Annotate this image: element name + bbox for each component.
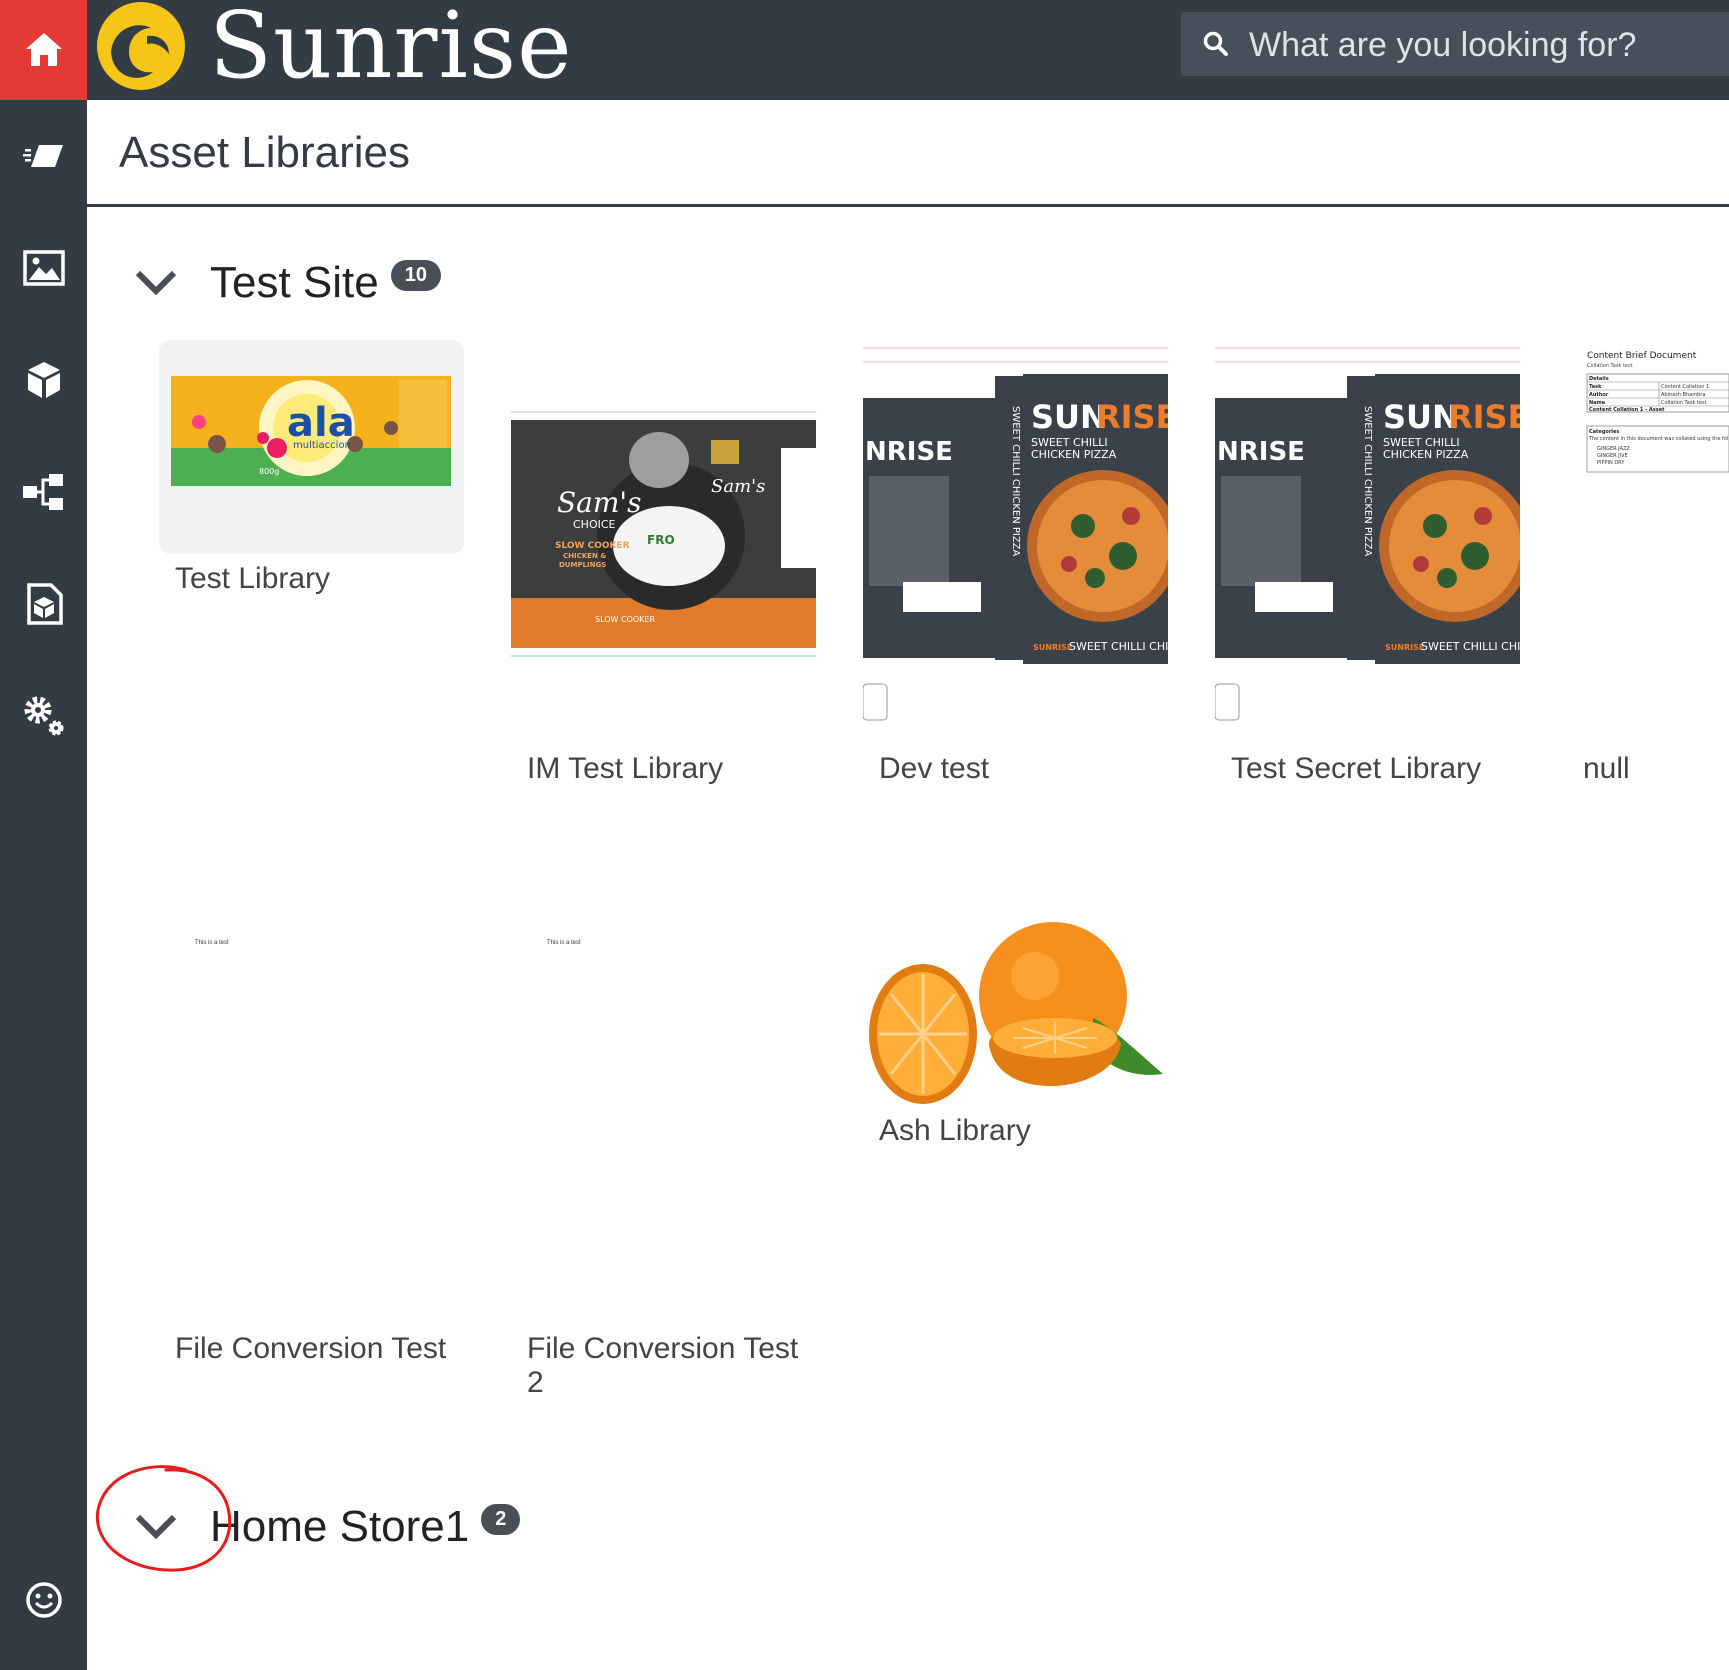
page-header: Asset Libraries (87, 100, 1729, 207)
search-box (1181, 12, 1729, 76)
home-button[interactable] (0, 0, 87, 100)
orange-thumbnail (869, 922, 1163, 1104)
chevron-down-icon (135, 270, 177, 296)
library-label: Test Secret Library (1231, 752, 1482, 785)
library-label: Test Library (175, 562, 331, 595)
svg-text:CHOICE: CHOICE (573, 518, 616, 531)
svg-text:SWEET CHILLI CHICK: SWEET CHILLI CHICK (1421, 640, 1520, 653)
svg-text:The content in this document w: The content in this document was collate… (1588, 436, 1728, 442)
svg-text:SWEET CHILLI CHICKEN PIZZA: SWEET CHILLI CHICKEN PIZZA (1010, 406, 1021, 557)
svg-text:Categories: Categories (1589, 429, 1619, 435)
pizza-box-thumbnail: NRISE SUN RISE SWEET CHILLI CHICKEN PIZZ… (1214, 347, 1536, 739)
svg-text:CHICKEN &: CHICKEN & (563, 552, 606, 560)
svg-text:Collation Task test: Collation Task test (1661, 400, 1707, 406)
document-box-icon (26, 583, 63, 625)
svg-text:NRISE: NRISE (865, 437, 953, 467)
svg-text:Task: Task (1589, 384, 1602, 390)
sunrise-logo[interactable] (95, 0, 185, 90)
svg-text:SUNRISE: SUNRISE (1033, 643, 1072, 652)
group-title: Test Site (210, 258, 379, 307)
svg-text:SWEET CHILLI CHICK: SWEET CHILLI CHICK (1069, 640, 1168, 653)
library-thumbnail: ala multiaccion 800g (159, 340, 464, 554)
svg-text:GINGER JIVE: GINGER JIVE (1597, 453, 1628, 459)
search-icon (1203, 31, 1228, 56)
ticket-icon (22, 145, 63, 167)
library-label: null (1583, 752, 1630, 785)
group-toggle[interactable] (128, 1507, 184, 1547)
svg-text:PIPPIN DRY: PIPPIN DRY (1597, 460, 1625, 466)
workflow-icon (22, 474, 63, 510)
library-thumbnail: Sam's CHOICE SLOW COOKER CHICKEN & DUMPL… (511, 408, 816, 668)
sidebar (0, 0, 87, 1670)
cube-icon (27, 362, 60, 398)
doc-thumbnail-text: This is a test (547, 940, 581, 946)
library-label: IM Test Library (527, 752, 724, 785)
library-thumbnail: NRISE SUN RISE SWEET CHILLI CHICKEN PIZZ… (1214, 346, 1536, 739)
library-tile[interactable]: Content Brief Document Collation Task te… (1567, 346, 1729, 796)
svg-text:Name: Name (1589, 400, 1606, 406)
pizza-box-thumbnail: NRISE SUN RISE SWEET CHILLI CHICKEN PIZZ… (862, 347, 1184, 739)
svg-text:Abinash Bhambra: Abinash Bhambra (1661, 392, 1705, 398)
svg-text:Author: Author (1589, 392, 1609, 398)
nav-assets[interactable] (0, 228, 87, 308)
search-input[interactable] (1247, 18, 1729, 72)
library-label: Dev test (879, 752, 990, 785)
svg-text:CHICKEN PIZZA: CHICKEN PIZZA (1383, 448, 1469, 461)
library-thumbnail: This is a test (159, 936, 464, 966)
svg-text:Collation Task test: Collation Task test (1587, 363, 1633, 369)
nav-products[interactable] (0, 340, 87, 420)
svg-text:Sam's: Sam's (711, 476, 765, 497)
smiley-icon (25, 1582, 62, 1618)
library-thumbnail: Content Brief Document Collation Task te… (1567, 346, 1729, 486)
library-label: File Conversion Test 2 (527, 1332, 799, 1399)
svg-text:FRO: FRO (647, 533, 675, 547)
ala-thumbnail: ala multiaccion 800g (171, 376, 451, 486)
svg-text:SLOW COOKER: SLOW COOKER (555, 541, 630, 551)
page-title: Asset Libraries (119, 128, 411, 177)
svg-text:800g: 800g (259, 467, 279, 476)
svg-text:Content Brief Document: Content Brief Document (1587, 351, 1697, 361)
svg-text:GINGER JAZZ: GINGER JAZZ (1597, 446, 1630, 452)
sams-thumbnail: Sam's CHOICE SLOW COOKER CHICKEN & DUMPL… (511, 411, 816, 657)
svg-text:RISE: RISE (1448, 398, 1520, 436)
group-header-home-store1: Home Store1 2 (128, 1492, 521, 1562)
brand-name: Sunrise (209, 0, 573, 99)
svg-text:SUNRISE: SUNRISE (1385, 643, 1424, 652)
svg-text:CHICKEN PIZZA: CHICKEN PIZZA (1031, 448, 1117, 461)
library-thumbnail: This is a test (511, 936, 816, 966)
svg-text:Content Collation 1: Content Collation 1 (1661, 384, 1709, 390)
nav-feedback[interactable] (0, 1560, 87, 1640)
svg-text:NRISE: NRISE (1217, 437, 1305, 467)
svg-text:multiaccion: multiaccion (293, 440, 351, 451)
doc-thumbnail-text: This is a test (195, 940, 229, 946)
nav-campaigns[interactable] (0, 116, 87, 196)
group-toggle[interactable] (128, 263, 184, 303)
nav-settings[interactable] (0, 676, 87, 756)
nav-documents[interactable] (0, 564, 87, 644)
brief-document-thumbnail: Content Brief Document Collation Task te… (1586, 351, 1729, 473)
image-icon (22, 250, 65, 286)
svg-text:RISE: RISE (1096, 398, 1168, 436)
svg-text:DUMPLINGS: DUMPLINGS (559, 561, 606, 569)
library-thumbnail: NRISE SUN RISE SWEET CHILLI CHICKEN PIZZ… (862, 346, 1184, 739)
chevron-down-icon (135, 1514, 177, 1540)
group-title: Home Store1 (210, 1502, 470, 1551)
svg-text:Sam's: Sam's (557, 486, 642, 519)
count-badge: 10 (390, 259, 441, 291)
svg-text:Details: Details (1589, 376, 1609, 382)
library-label: File Conversion Test (175, 1332, 447, 1365)
svg-text:Content Collation 1 - Asset: Content Collation 1 - Asset (1589, 407, 1665, 413)
library-thumbnail (863, 918, 1168, 1110)
svg-text:SWEET CHILLI CHICKEN PIZZA: SWEET CHILLI CHICKEN PIZZA (1362, 406, 1373, 557)
nav-workflows[interactable] (0, 452, 87, 532)
group-header-test-site: Test Site 10 (128, 248, 441, 318)
library-label: Ash Library (879, 1114, 1031, 1147)
gears-icon (24, 696, 63, 736)
svg-text:SLOW COOKER: SLOW COOKER (595, 615, 655, 624)
count-badge: 2 (481, 1503, 521, 1535)
top-bar: Sunrise (87, 0, 1729, 100)
home-icon (25, 33, 62, 66)
